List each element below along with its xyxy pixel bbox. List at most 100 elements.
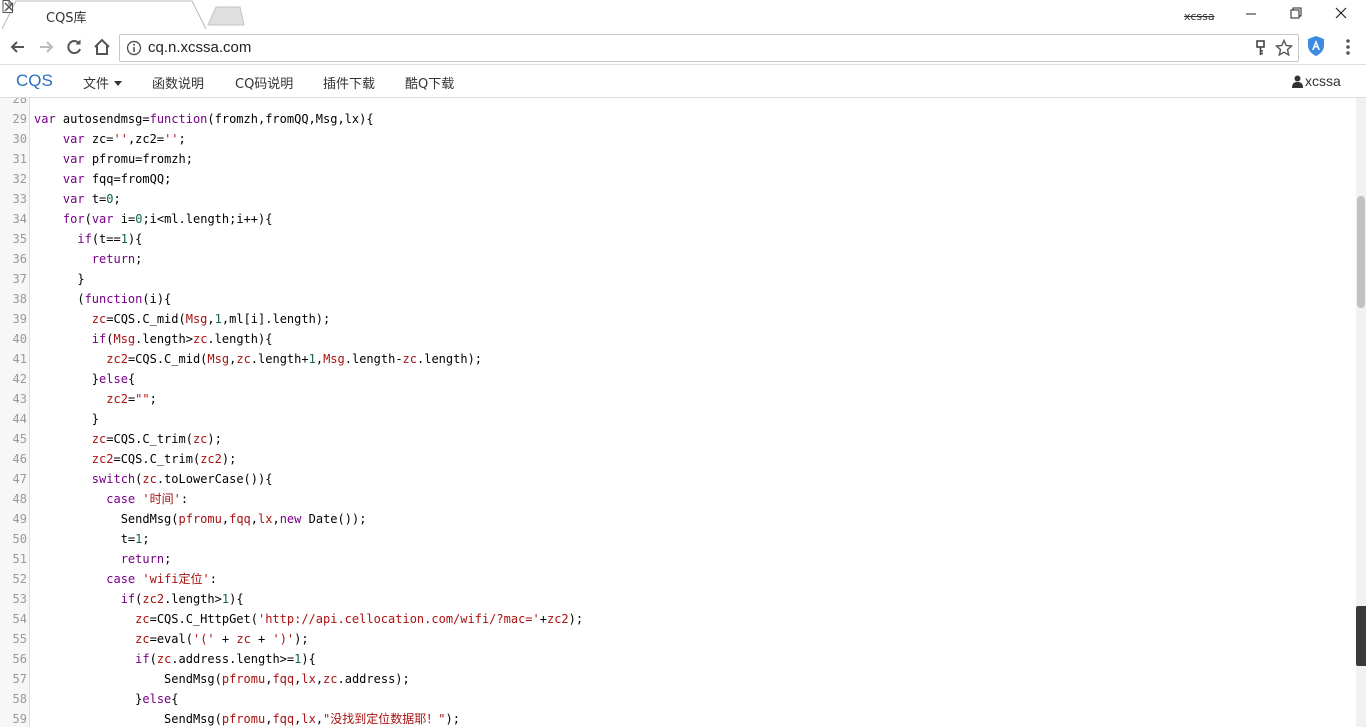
line-number: 40 xyxy=(12,332,27,346)
info-icon[interactable] xyxy=(126,40,142,56)
line-number: 53 xyxy=(12,592,27,606)
code-line: 59 SendMsg(pfromu,fqq,lx,"没找到定位数据耶！"); xyxy=(0,709,1356,727)
code-text: switch(zc.toLowerCase()){ xyxy=(91,472,273,486)
code-line: 49 SendMsg(pfromu,fqq,lx,new Date()); xyxy=(0,509,1356,529)
new-tab-button[interactable] xyxy=(206,6,246,26)
code-editor[interactable]: 28 29 var autosendmsg=function(fromzh,from… xyxy=(0,98,1356,727)
nav-file-label: 文件 xyxy=(83,77,110,92)
side-widget-handle[interactable] xyxy=(1356,606,1366,666)
back-arrow-icon[interactable] xyxy=(7,36,29,58)
line-number: 31 xyxy=(12,152,27,166)
code-line: 42 }else{ xyxy=(0,369,1356,389)
key-icon[interactable] xyxy=(1254,40,1268,56)
line-number: 52 xyxy=(12,572,27,586)
bookmark-star-icon[interactable] xyxy=(1275,39,1293,57)
code-text: return; xyxy=(91,252,143,266)
code-text: var pfromu=fromzh; xyxy=(62,152,193,166)
line-number: 50 xyxy=(12,532,27,546)
restore-icon[interactable] xyxy=(1273,0,1319,28)
profile-name[interactable]: xcssa xyxy=(1184,10,1215,23)
code-text: var autosendmsg=function(fromzh,fromQQ,M… xyxy=(34,112,374,126)
nav-kuq-download[interactable]: 酷Q下载 xyxy=(405,73,454,92)
minimize-icon[interactable] xyxy=(1228,0,1274,28)
code-line: 28 xyxy=(0,98,1356,109)
line-number: 54 xyxy=(12,612,27,626)
code-line: 37 } xyxy=(0,269,1356,289)
tab-title: CQS库 xyxy=(46,11,87,26)
code-line: 31 var pfromu=fromzh; xyxy=(0,149,1356,169)
user-menu[interactable]: xcssa xyxy=(1292,73,1341,89)
code-text: zc=CQS.C_mid(Msg,1,ml[i].length); xyxy=(91,312,331,326)
code-line: 51 return; xyxy=(0,549,1356,569)
line-number: 46 xyxy=(12,452,27,466)
browser-toolbar: cq.n.xcssa.com xyxy=(0,30,1366,65)
code-line: 58 }else{ xyxy=(0,689,1356,709)
code-text: if(Msg.length>zc.length){ xyxy=(91,332,273,346)
nav-functions[interactable]: 函数说明 xyxy=(152,73,204,92)
line-number: 56 xyxy=(12,652,27,666)
line-number: 36 xyxy=(12,252,27,266)
chevron-down-icon xyxy=(114,81,123,86)
url-text[interactable]: cq.n.xcssa.com xyxy=(148,39,251,56)
line-number: 42 xyxy=(12,372,27,386)
code-line: 40 if(Msg.length>zc.length){ xyxy=(0,329,1356,349)
nav-plugins[interactable]: 插件下载 xyxy=(323,73,375,92)
code-line: 39 zc=CQS.C_mid(Msg,1,ml[i].length); xyxy=(0,309,1356,329)
site-navbar: CQS 文件 函数说明 CQ码说明 插件下载 酷Q下载 xcssa xyxy=(0,65,1366,98)
home-icon[interactable] xyxy=(91,36,113,58)
line-number: 49 xyxy=(12,512,27,526)
code-text: SendMsg(pfromu,fqq,lx,new Date()); xyxy=(34,512,367,526)
line-number: 39 xyxy=(12,312,27,326)
code-line: 50 t=1; xyxy=(0,529,1356,549)
code-text: } xyxy=(34,272,85,286)
code-text: zc2=CQS.C_trim(zc2); xyxy=(91,452,237,466)
code-line: 41 zc2=CQS.C_mid(Msg,zc.length+1,Msg.len… xyxy=(0,349,1356,369)
address-bar[interactable]: cq.n.xcssa.com xyxy=(119,34,1299,62)
line-number: 45 xyxy=(12,432,27,446)
line-number: 59 xyxy=(12,712,27,726)
code-line: 55 zc=eval('(' + zc + ')'); xyxy=(0,629,1356,649)
scrollbar-thumb[interactable] xyxy=(1357,196,1365,308)
menu-dots-icon[interactable] xyxy=(1343,38,1353,56)
code-text: if(zc.address.length>=1){ xyxy=(135,652,316,666)
brand-logo[interactable]: CQS xyxy=(16,71,53,91)
code-line: 38 (function(i){ xyxy=(0,289,1356,309)
line-number: 32 xyxy=(12,172,27,186)
code-line: 35 if(t==1){ xyxy=(0,229,1356,249)
code-line: 44 } xyxy=(0,409,1356,429)
close-window-icon[interactable] xyxy=(1318,0,1364,28)
code-text: zc=CQS.C_trim(zc); xyxy=(91,432,222,446)
code-text: var zc='',zc2=''; xyxy=(62,132,186,146)
code-line: 32 var fqq=fromQQ; xyxy=(0,169,1356,189)
nav-cqcode[interactable]: CQ码说明 xyxy=(235,73,293,92)
code-text: case '时间': xyxy=(106,492,189,506)
line-number: 41 xyxy=(12,352,27,366)
code-line: 33 var t=0; xyxy=(0,189,1356,209)
code-line: 34 for(var i=0;i<ml.length;i++){ xyxy=(0,209,1356,229)
code-text: SendMsg(pfromu,fqq,lx,zc.address); xyxy=(34,672,410,686)
forward-arrow-icon[interactable] xyxy=(35,36,57,58)
nav-file-dropdown[interactable]: 文件 xyxy=(83,73,123,92)
tab-shape xyxy=(2,0,207,30)
line-number: 33 xyxy=(12,192,27,206)
browser-tab[interactable]: CQS库 xyxy=(2,0,207,30)
code-text: t=1; xyxy=(34,532,150,546)
code-line: 57 SendMsg(pfromu,fqq,lx,zc.address); xyxy=(0,669,1356,689)
code-line: 54 zc=CQS.C_HttpGet('http://api.cellocat… xyxy=(0,609,1356,629)
close-tab-icon[interactable] xyxy=(2,0,16,14)
line-number: 55 xyxy=(12,632,27,646)
code-text: zc=CQS.C_HttpGet('http://api.cellocation… xyxy=(135,612,584,626)
reload-icon[interactable] xyxy=(63,36,85,58)
line-number: 29 xyxy=(12,112,27,126)
code-text: return; xyxy=(120,552,172,566)
line-number: 44 xyxy=(12,412,27,426)
line-number: 43 xyxy=(12,392,27,406)
extension-shield-icon[interactable] xyxy=(1306,35,1326,57)
code-text: zc2=""; xyxy=(106,392,157,406)
code-line: 53 if(zc2.length>1){ xyxy=(0,589,1356,609)
code-text: zc2=CQS.C_mid(Msg,zc.length+1,Msg.length… xyxy=(106,352,483,366)
code-text: case 'wifi定位': xyxy=(106,572,217,586)
line-number: 48 xyxy=(12,492,27,506)
line-number: 30 xyxy=(12,132,27,146)
code-text: SendMsg(pfromu,fqq,lx,"没找到定位数据耶！"); xyxy=(34,712,460,726)
